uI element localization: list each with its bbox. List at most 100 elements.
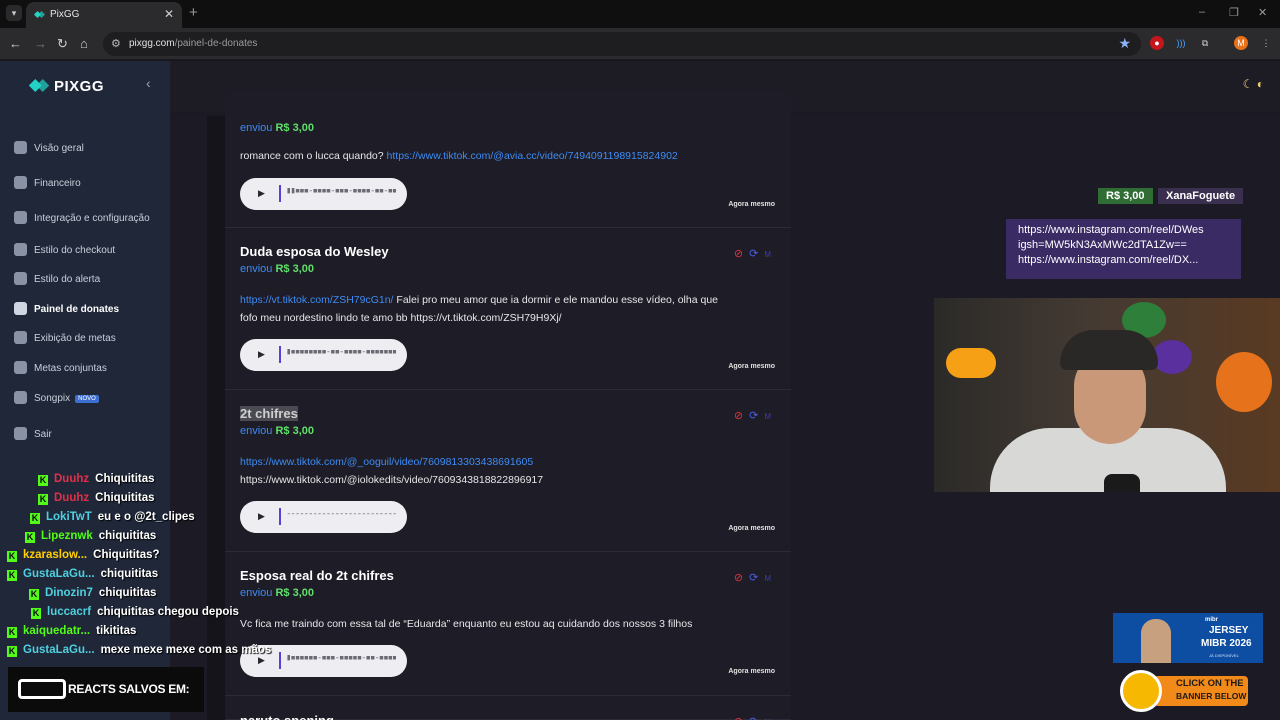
click-banner-cta[interactable]: CLICK ON THE BANNER BELOW: [1120, 670, 1248, 712]
chat-username: luccacrf: [47, 606, 92, 618]
url-text: pixgg.com/painel-de-donates: [129, 38, 258, 49]
play-icon[interactable]: ▶: [258, 349, 265, 360]
close-window-icon[interactable]: ✕: [1258, 6, 1267, 19]
chat-text: Chiquititas: [95, 473, 155, 485]
sidebar-item[interactable]: Integração e configuração: [14, 211, 150, 231]
sidebar-item[interactable]: Metas conjuntas: [14, 361, 107, 381]
chat-message: K Lipeznwk chiquititas: [25, 530, 156, 546]
message-line2: fofo meu nordestino lindo te amo bb http…: [240, 312, 562, 324]
sidebar-item[interactable]: Estilo do checkout: [14, 243, 115, 263]
reacts-banner: REACTS SALVOS EM:: [8, 667, 204, 712]
sidebar-item[interactable]: Financeiro: [14, 176, 81, 196]
theme-toggle-moon-icon[interactable]: ☾ ◐: [1243, 77, 1264, 91]
browser-tab[interactable]: PixGG ✕: [26, 2, 182, 28]
sidebar-item[interactable]: Sair: [14, 427, 52, 447]
browser-menu-icon[interactable]: ⋮: [1259, 36, 1273, 50]
chat-username: kaiquedatr...: [23, 625, 91, 637]
mute-icon[interactable]: M: [764, 250, 771, 259]
forward-icon[interactable]: →: [34, 36, 47, 51]
tab-search-icon[interactable]: ▾: [6, 5, 22, 21]
sidebar-item[interactable]: Songpix NOVO: [14, 391, 99, 411]
sent-amount: enviou R$ 3,00: [240, 425, 314, 437]
mute-icon[interactable]: M: [764, 574, 771, 583]
extension-record-icon[interactable]: ●: [1150, 36, 1164, 50]
block-icon[interactable]: ⊘: [734, 409, 743, 422]
sidebar-item[interactable]: Visão geral: [14, 141, 84, 161]
palette-icon: [14, 272, 27, 285]
sidebar-item-label: Financeiro: [34, 178, 81, 189]
chat-message: K Dinozin7 chiquititas: [29, 587, 156, 603]
donor-name: 2t chifres: [240, 406, 298, 421]
donation-amount: R$ 3,00: [275, 263, 315, 275]
block-icon[interactable]: ⊘: [734, 715, 743, 720]
wallet-icon: [14, 176, 27, 189]
reload-icon[interactable]: ↻: [57, 36, 68, 52]
sent-label: enviou: [240, 122, 273, 134]
bookmark-star-icon[interactable]: ★: [1118, 35, 1131, 52]
play-icon[interactable]: ▶: [258, 188, 265, 199]
sidebar-item[interactable]: Painel de donates: [14, 302, 119, 322]
chat-text: tikititas: [96, 625, 137, 637]
message-text: Falei pro meu amor que ia dormir e ele m…: [393, 294, 718, 306]
sidebar-item[interactable]: Exibição de metas: [14, 331, 116, 351]
block-icon[interactable]: ⊘: [734, 571, 743, 584]
audio-player[interactable]: ▶ -------------------------: [240, 501, 407, 533]
minimize-icon[interactable]: –: [1199, 6, 1205, 18]
donation-card: Duda esposa do Wesley enviou R$ 3,00 https…: [225, 228, 791, 390]
audio-waveform: -------------------------: [286, 509, 396, 519]
address-bar[interactable]: ⚙ pixgg.com/painel-de-donates ★: [103, 32, 1141, 56]
ad-player-photo: [1141, 619, 1171, 663]
sidebar-item[interactable]: Estilo do alerta: [14, 272, 100, 292]
kick-badge-icon: K: [38, 494, 48, 505]
message-link[interactable]: https://www.tiktok.com/@avia.cc/video/74…: [387, 150, 678, 162]
kick-badge-icon: K: [7, 627, 17, 638]
sidebar-item-label: Metas conjuntas: [34, 363, 107, 374]
maximize-icon[interactable]: ❐: [1229, 6, 1239, 19]
jersey-ad-banner[interactable]: mibr JERSEY MIBR 2026 JÁ DISPONÍVEL: [1113, 613, 1263, 663]
webcam-streamer-cap: [1060, 330, 1158, 370]
message-line: romance com o lucca quando? https://www.…: [240, 147, 780, 165]
card-actions: ⊘ ⟳ M: [728, 247, 771, 260]
panel-icon: [14, 302, 27, 315]
replay-icon[interactable]: ⟳: [749, 247, 758, 260]
donation-card: Esposa real do 2t chifres enviou R$ 3,00 V…: [225, 552, 791, 696]
chat-text: chiquititas: [98, 530, 157, 542]
extension-cast-icon[interactable]: ))): [1174, 36, 1188, 50]
donation-card: naruto spening⊘⟳M: [225, 696, 791, 720]
replay-icon[interactable]: ⟳: [749, 409, 758, 422]
kick-badge-icon: K: [31, 608, 41, 619]
home-icon[interactable]: ⌂: [80, 36, 88, 51]
audio-player[interactable]: ▶ ▮▮▪▪▪-▪▪▪▪-▪▪▪-▪▪▪▪-▪▪-▪▪▪-▪▪▪▪: [240, 178, 407, 210]
cta-line1: CLICK ON THE: [1176, 678, 1244, 689]
audio-player[interactable]: ▶ ▮▪▪▪▪▪▪▪▪-▪▪-▪▪▪▪-▪▪▪▪▪▪▪: [240, 339, 407, 371]
browser-tabbar: ▾ PixGG ✕ + – ❐ ✕: [0, 0, 1280, 28]
chat-text: chiquititas chegou depois: [97, 606, 239, 618]
tab-close-icon[interactable]: ✕: [164, 7, 174, 21]
pixgg-logo[interactable]: PIXGG: [28, 78, 104, 95]
users-icon: [14, 361, 27, 374]
site-info-icon[interactable]: ⚙: [111, 37, 121, 50]
chat-message: Kkaiquedatr... tikititas: [7, 625, 136, 641]
new-tab-icon[interactable]: +: [189, 4, 198, 21]
audio-progress-cursor: [279, 185, 281, 202]
replay-icon[interactable]: ⟳: [749, 571, 758, 584]
donation-card: enviou R$ 3,00 romance com o lucca quando…: [225, 91, 791, 228]
chat-text: chiquititas: [100, 568, 159, 580]
donation-message: romance com o lucca quando? https://www.…: [240, 147, 780, 165]
webcam-neon-heart-purple: [1152, 340, 1192, 374]
mute-icon[interactable]: M: [764, 412, 771, 421]
message-link[interactable]: https://vt.tiktok.com/ZSH79cG1n/: [240, 294, 393, 306]
message-link[interactable]: https://www.tiktok.com/@_ooguil/video/76…: [240, 456, 533, 468]
chat-username: GustaLaGu...: [23, 644, 95, 656]
chat-username: Dinozin7: [45, 587, 93, 599]
replay-icon[interactable]: ⟳: [749, 715, 758, 720]
back-icon[interactable]: ←: [9, 36, 22, 51]
profile-avatar[interactable]: M: [1234, 36, 1248, 50]
alert-message-line: igsh=MW5kN3AxMWc2dTA1Zw==: [1018, 239, 1187, 251]
extensions-puzzle-icon[interactable]: ⧉: [1198, 36, 1212, 50]
block-icon[interactable]: ⊘: [734, 247, 743, 260]
collapse-sidebar-icon[interactable]: ‹: [146, 75, 151, 91]
message-line: https://vt.tiktok.com/ZSH79cG1n/ Falei p…: [240, 291, 780, 309]
audio-progress-cursor: [279, 508, 281, 525]
ad-line2: MIBR 2026: [1201, 638, 1252, 649]
